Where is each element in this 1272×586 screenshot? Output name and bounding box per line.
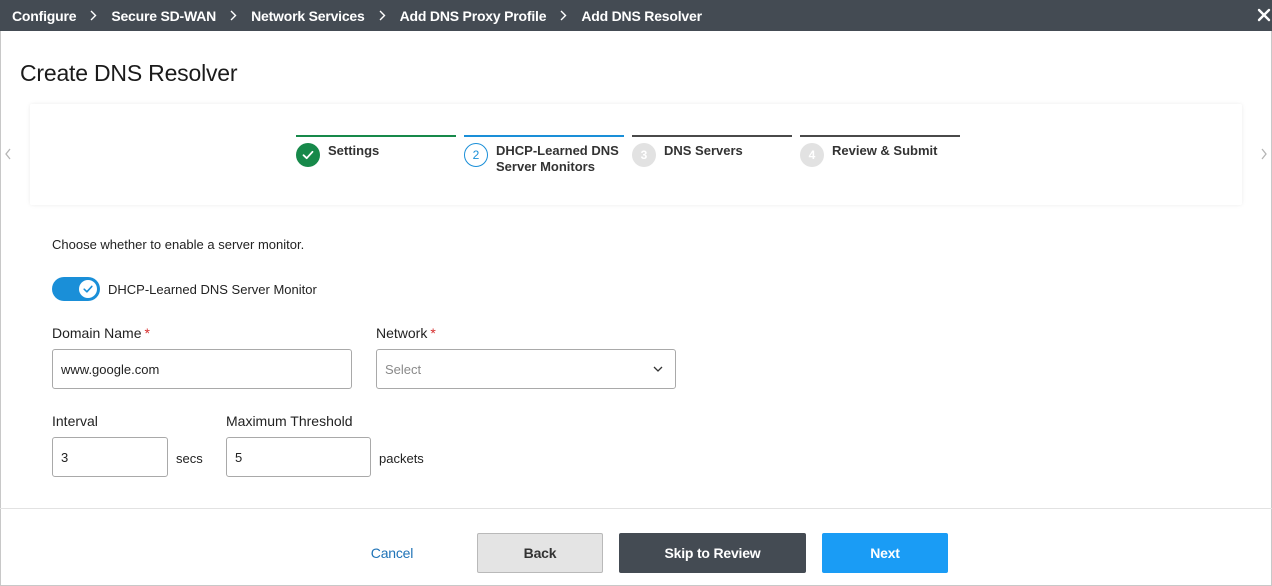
step-review-and-submit[interactable]: 4 Review & Submit xyxy=(800,135,960,175)
close-icon[interactable] xyxy=(1256,7,1272,23)
step-number: 2 xyxy=(464,143,488,167)
step-progress-bar xyxy=(800,135,960,137)
step-progress-bar xyxy=(296,135,456,137)
breadcrumb-item-secure-sd-wan[interactable]: Secure SD-WAN xyxy=(111,8,216,24)
chevron-left-icon[interactable] xyxy=(3,146,13,162)
breadcrumb-item-add-dns-resolver: Add DNS Resolver xyxy=(581,7,702,24)
check-icon xyxy=(79,280,97,298)
step-number: 4 xyxy=(800,143,824,167)
network-label-text: Network xyxy=(376,325,428,341)
breadcrumb-item-add-dns-proxy-profile[interactable]: Add DNS Proxy Profile xyxy=(400,8,547,24)
step-label: DNS Servers xyxy=(664,143,743,158)
step-progress-bar xyxy=(632,135,792,137)
chevron-right-icon[interactable] xyxy=(1259,146,1269,162)
breadcrumb-item-configure[interactable]: Configure xyxy=(12,8,77,24)
chevron-right-icon xyxy=(560,10,567,21)
step-label: Settings xyxy=(328,143,380,158)
step-number: 3 xyxy=(632,143,656,167)
next-button[interactable]: Next xyxy=(822,533,948,573)
network-label: Network * xyxy=(376,325,436,341)
step-dns-servers[interactable]: 3 DNS Servers xyxy=(632,135,792,175)
chevron-right-icon xyxy=(230,10,237,21)
maximum-threshold-field[interactable]: 5 xyxy=(226,437,371,477)
threshold-unit: packets xyxy=(379,451,424,466)
intro-text: Choose whether to enable a server monito… xyxy=(52,237,305,252)
breadcrumb-bar: Configure Secure SD-WAN Network Services… xyxy=(0,0,1272,31)
chevron-down-icon xyxy=(653,366,663,372)
chevron-right-icon xyxy=(90,10,97,21)
server-monitor-toggle[interactable] xyxy=(52,277,100,301)
page-title: Create DNS Resolver xyxy=(20,60,238,86)
network-select[interactable]: Select xyxy=(376,349,676,389)
interval-unit: secs xyxy=(176,451,203,466)
interval-value: 3 xyxy=(61,449,69,465)
step-settings[interactable]: Settings xyxy=(296,135,456,175)
step-label: Review & Submit xyxy=(832,143,938,158)
toggle-label: DHCP-Learned DNS Server Monitor xyxy=(108,282,317,297)
breadcrumb: Configure Secure SD-WAN Network Services… xyxy=(12,0,702,31)
step-dhcp-learned-dns-server-monitors[interactable]: 2 DHCP-Learned DNS Server Monitors xyxy=(464,135,624,175)
domain-name-label: Domain Name * xyxy=(52,325,150,341)
maximum-threshold-label: Maximum Threshold xyxy=(226,413,353,429)
required-mark: * xyxy=(430,325,436,341)
domain-name-field[interactable]: www.google.com xyxy=(52,349,352,389)
breadcrumb-item-network-services[interactable]: Network Services xyxy=(251,8,365,24)
network-select-placeholder: Select xyxy=(385,361,422,377)
chevron-right-icon xyxy=(379,10,386,21)
domain-name-label-text: Domain Name xyxy=(52,325,142,341)
step-label: DHCP-Learned DNS Server Monitors xyxy=(496,143,619,174)
skip-to-review-button[interactable]: Skip to Review xyxy=(619,533,806,573)
required-mark: * xyxy=(144,325,150,341)
back-button[interactable]: Back xyxy=(477,533,603,573)
step-progress-bar xyxy=(464,135,624,137)
cancel-button[interactable]: Cancel xyxy=(352,533,432,573)
footer-divider xyxy=(0,508,1272,509)
maximum-threshold-value: 5 xyxy=(235,449,243,465)
check-icon xyxy=(296,143,320,167)
interval-label: Interval xyxy=(52,413,98,429)
interval-field[interactable]: 3 xyxy=(52,437,168,477)
domain-name-value: www.google.com xyxy=(61,361,160,377)
